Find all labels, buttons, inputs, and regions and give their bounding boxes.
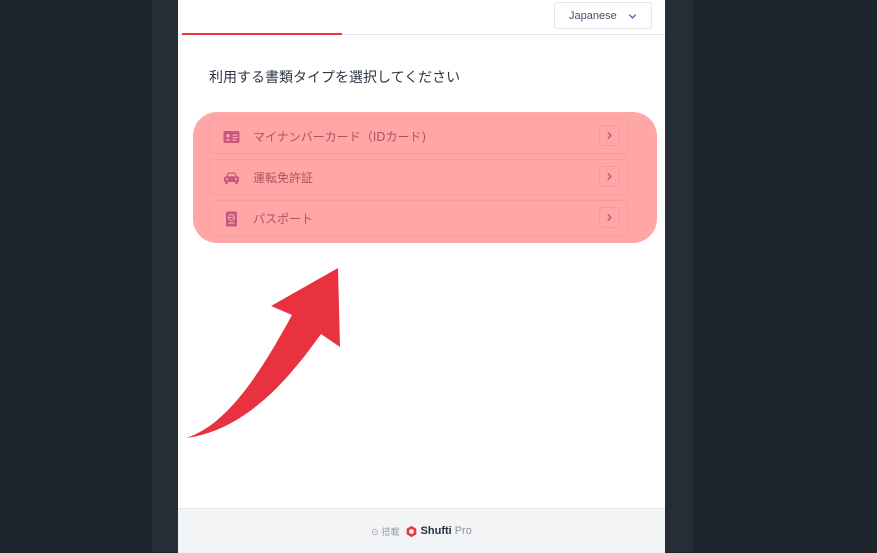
option-id-card[interactable]: マイナンバーカード（IDカード) bbox=[209, 118, 628, 154]
option-passport[interactable]: パスポート bbox=[209, 200, 628, 236]
id-card-icon bbox=[223, 131, 240, 143]
language-select[interactable]: Japanese bbox=[554, 2, 652, 29]
modal-footer: ⊙ 搭載 Shufti Pro bbox=[178, 508, 665, 553]
shufti-logo-icon bbox=[406, 525, 416, 537]
page-title: 利用する書類タイプを選択してください bbox=[209, 70, 461, 86]
chevron-down-icon bbox=[629, 14, 636, 19]
option-label: マイナンバーカード（IDカード) bbox=[253, 130, 427, 144]
chevron-right-icon[interactable] bbox=[599, 125, 620, 146]
brand-logo: Shufti Pro bbox=[405, 525, 472, 538]
right-backdrop-panel bbox=[665, 0, 693, 552]
option-label: パスポート bbox=[253, 212, 314, 226]
left-backdrop-panel bbox=[152, 0, 178, 552]
language-select-value: Japanese bbox=[569, 9, 617, 22]
option-drivers-license[interactable]: 運転免許証 bbox=[209, 159, 628, 195]
car-icon bbox=[224, 172, 239, 184]
powered-by-label: ⊙ 搭載 bbox=[371, 527, 400, 538]
brand-sub: Pro bbox=[454, 525, 472, 537]
brand-name: Shufti bbox=[420, 525, 452, 537]
progress-bar bbox=[182, 33, 342, 35]
option-label: 運転免許証 bbox=[253, 171, 314, 185]
passport-icon bbox=[226, 211, 237, 227]
document-options-list: マイナンバーカード（IDカード) 運転免許証 パスポート bbox=[209, 118, 628, 241]
chevron-right-icon[interactable] bbox=[599, 166, 620, 187]
chevron-right-icon[interactable] bbox=[599, 207, 620, 228]
document-type-modal: Japanese 利用する書類タイプを選択してください マイナンバーカード（ID… bbox=[178, 0, 665, 553]
